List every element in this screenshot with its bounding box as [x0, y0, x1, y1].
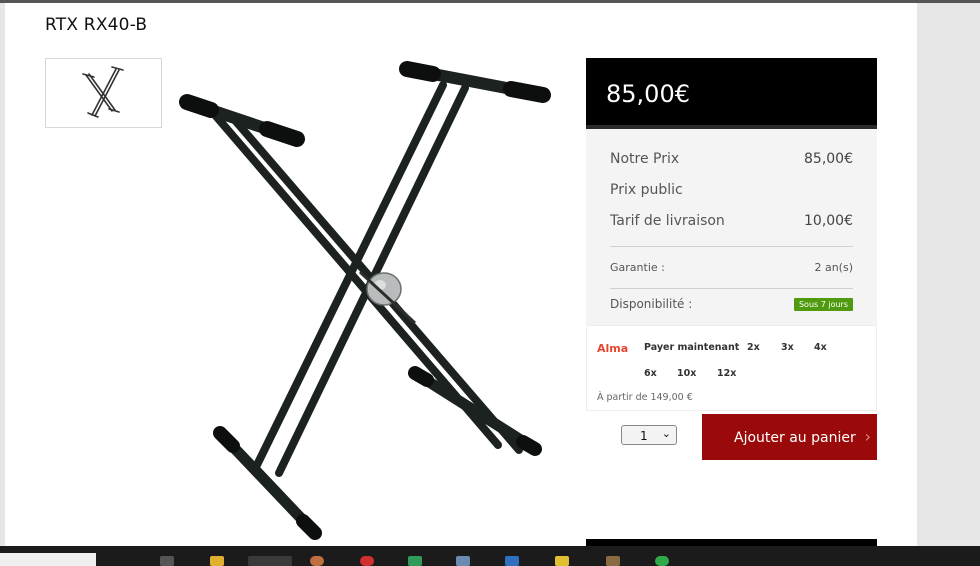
warranty-row: Garantie : 2 an(s) — [610, 261, 853, 274]
os-taskbar — [0, 546, 980, 566]
alma-logo: Alma — [597, 342, 629, 355]
taskbar-search-box[interactable] — [0, 553, 96, 566]
public-price-row: Prix public — [610, 182, 853, 198]
alma-option-10x[interactable]: 10x — [677, 368, 696, 379]
keyboard-stand-thumbnail-icon — [82, 66, 124, 118]
product-thumbnail[interactable] — [45, 58, 162, 128]
alma-option-12x[interactable]: 12x — [717, 368, 736, 379]
alma-option-pay-now[interactable]: Payer maintenant — [644, 342, 739, 353]
details-divider — [610, 246, 853, 247]
taskbar-app-icon[interactable] — [310, 556, 324, 566]
taskbar-app-icon[interactable] — [408, 556, 422, 566]
alma-option-4x[interactable]: 4x — [814, 342, 827, 353]
add-to-cart-label: Ajouter au panier — [734, 430, 856, 446]
delivery-value: 10,00€ — [804, 213, 853, 229]
our-price-value: 85,00€ — [804, 151, 853, 167]
alma-option-3x[interactable]: 3x — [781, 342, 794, 353]
product-title: RTX RX40-B — [45, 15, 148, 35]
taskbar-app-icon[interactable] — [160, 556, 174, 566]
alma-from-price: À partir de 149,00 € — [597, 392, 693, 403]
next-section-header — [586, 539, 877, 546]
delivery-row: Tarif de livraison 10,00€ — [610, 213, 853, 229]
folder-icon[interactable] — [210, 556, 224, 566]
product-page: RTX RX40-B 85,00€ Notre Prix 85,00€ Prix… — [5, 3, 917, 546]
price-header: 85,00€ — [586, 58, 877, 129]
taskbar-app-icon[interactable] — [555, 556, 569, 566]
add-to-cart-button[interactable]: Ajouter au panier › — [702, 414, 877, 460]
details-divider — [610, 288, 853, 289]
chevron-down-icon: ⌄ — [661, 427, 671, 440]
chevron-right-icon: › — [864, 427, 871, 446]
taskbar-app-icon[interactable] — [505, 556, 519, 566]
taskbar-app-icon[interactable] — [655, 556, 669, 566]
taskbar-app-icon[interactable] — [606, 556, 620, 566]
availability-label: Disponibilité : — [610, 297, 693, 311]
price-value: 85,00€ — [606, 80, 690, 108]
taskbar-app-icon[interactable] — [456, 556, 470, 566]
alma-option-6x[interactable]: 6x — [644, 368, 657, 379]
availability-badge: Sous 7 jours — [793, 297, 853, 311]
quantity-value: 1 — [640, 429, 648, 443]
delivery-label: Tarif de livraison — [610, 213, 725, 229]
our-price-row: Notre Prix 85,00€ — [610, 151, 853, 167]
public-price-label: Prix public — [610, 182, 683, 198]
price-details: Notre Prix 85,00€ Prix public Tarif de l… — [586, 129, 877, 325]
warranty-label: Garantie : — [610, 261, 665, 274]
our-price-label: Notre Prix — [610, 151, 680, 167]
warranty-value: 2 an(s) — [814, 261, 853, 274]
availability-row: Disponibilité : Sous 7 jours — [610, 297, 853, 311]
keyboard-stand-image — [179, 61, 551, 540]
alma-payment-panel: Alma Payer maintenant 2x 3x 4x 6x 10x 12… — [586, 325, 877, 411]
taskbar-app-icon[interactable] — [360, 556, 374, 566]
taskbar-active-app-icon[interactable] — [248, 556, 292, 566]
quantity-select[interactable]: 1 ⌄ — [621, 425, 677, 445]
alma-option-2x[interactable]: 2x — [747, 342, 760, 353]
